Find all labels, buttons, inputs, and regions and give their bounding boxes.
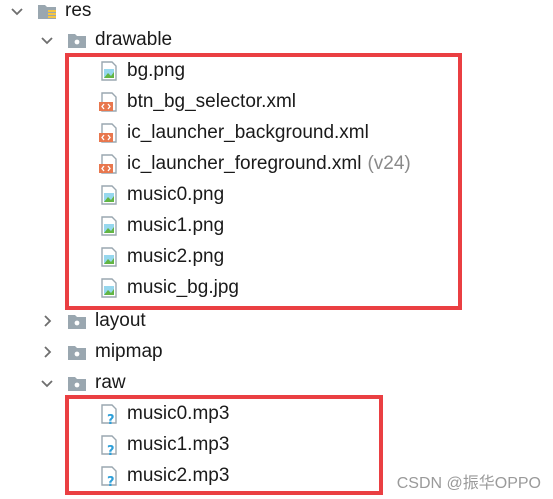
file-music2-png[interactable]: music2.png xyxy=(98,242,224,272)
file-music0-mp3[interactable]: ? music0.mp3 xyxy=(98,399,229,429)
folder-icon xyxy=(66,310,88,332)
tree-node-mipmap[interactable]: mipmap xyxy=(36,337,163,367)
image-file-icon xyxy=(98,60,120,82)
tree-node-label: raw xyxy=(95,372,126,393)
tree-node-label: mipmap xyxy=(95,341,163,362)
file-name: music0.mp3 xyxy=(127,403,230,424)
file-name: music2.mp3 xyxy=(127,465,230,486)
tree-node-label: layout xyxy=(95,310,146,331)
folder-icon xyxy=(66,29,88,51)
file-music1-png[interactable]: music1.png xyxy=(98,211,224,241)
tree-node-layout[interactable]: layout xyxy=(36,306,146,336)
file-music0-png[interactable]: music0.png xyxy=(98,180,224,210)
tree-node-label: drawable xyxy=(95,29,173,50)
xml-file-icon xyxy=(98,91,120,113)
file-name: btn_bg_selector.xml xyxy=(127,91,296,112)
chevron-down-icon[interactable] xyxy=(36,372,58,394)
image-file-icon xyxy=(98,246,120,268)
tree-node-res[interactable]: res xyxy=(6,0,91,26)
folder-icon xyxy=(66,372,88,394)
svg-text:?: ? xyxy=(107,444,115,456)
tree-node-drawable[interactable]: drawable xyxy=(36,25,172,55)
chevron-right-icon[interactable] xyxy=(36,310,58,332)
file-name: ic_launcher_foreground.xml xyxy=(127,153,362,174)
image-file-icon xyxy=(98,277,120,299)
svg-text:?: ? xyxy=(107,475,115,487)
tree-node-raw[interactable]: raw xyxy=(36,368,126,398)
file-btn-bg-selector-xml[interactable]: btn_bg_selector.xml xyxy=(98,87,296,117)
tree-node-label: res xyxy=(65,0,92,21)
watermark: CSDN @振华OPPO xyxy=(396,475,541,492)
chevron-down-icon[interactable] xyxy=(36,29,58,51)
xml-file-icon xyxy=(98,122,120,144)
file-name: music1.mp3 xyxy=(127,434,230,455)
file-music1-mp3[interactable]: ? music1.mp3 xyxy=(98,430,229,460)
file-ic-launcher-foreground-xml[interactable]: ic_launcher_foreground.xml (v24) xyxy=(98,149,411,179)
xml-file-icon xyxy=(98,153,120,175)
file-bg-png[interactable]: bg.png xyxy=(98,56,185,86)
chevron-right-icon[interactable] xyxy=(36,341,58,363)
file-name: ic_launcher_background.xml xyxy=(127,122,369,143)
chevron-down-icon[interactable] xyxy=(6,0,28,22)
file-music-bg-jpg[interactable]: music_bg.jpg xyxy=(98,273,239,303)
image-file-icon xyxy=(98,215,120,237)
file-name: music0.png xyxy=(127,184,225,205)
file-ic-launcher-background-xml[interactable]: ic_launcher_background.xml xyxy=(98,118,369,148)
unknown-file-icon: ? xyxy=(98,434,120,456)
qualifier-suffix: (v24) xyxy=(367,153,411,174)
unknown-file-icon: ? xyxy=(98,465,120,487)
file-name: bg.png xyxy=(127,60,186,81)
file-name: music_bg.jpg xyxy=(127,277,239,298)
file-music2-mp3[interactable]: ? music2.mp3 xyxy=(98,461,229,491)
project-tree: res drawable bg.png btn_bg_selector.xml … xyxy=(0,0,553,499)
folder-resources-icon xyxy=(36,0,58,22)
unknown-file-icon: ? xyxy=(98,403,120,425)
svg-text:?: ? xyxy=(107,413,115,425)
file-name: music2.png xyxy=(127,246,225,267)
file-name: music1.png xyxy=(127,215,225,236)
folder-icon xyxy=(66,341,88,363)
image-file-icon xyxy=(98,184,120,206)
